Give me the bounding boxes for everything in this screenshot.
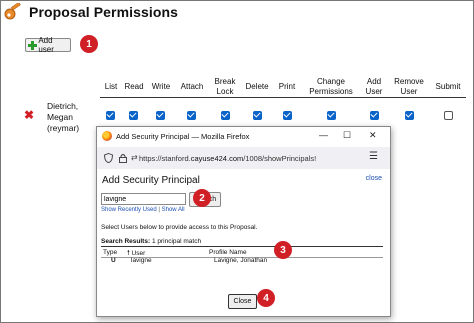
col-header-submit: Submit [435, 82, 461, 91]
url-prefix: https://stanford. [139, 153, 191, 163]
close-window-icon[interactable]: ✕ [369, 130, 377, 141]
show-recently-used-link[interactable]: Show Recently Used [101, 207, 157, 213]
lock-icon[interactable] [119, 153, 127, 163]
perm-checkbox-break-lock[interactable] [221, 111, 230, 120]
callout-badge-4: 4 [257, 289, 275, 307]
perm-checkbox-attach[interactable] [187, 111, 196, 120]
result-col-user: User [131, 250, 146, 257]
close-link[interactable]: close [366, 175, 382, 182]
perm-checkbox-print[interactable] [283, 111, 292, 120]
results-count: 1 principal match [151, 238, 202, 245]
maximize-icon[interactable]: ☐ [343, 130, 351, 141]
menu-icon[interactable]: ☰ [369, 151, 378, 162]
result-user[interactable]: lavigne [131, 257, 152, 264]
col-header-read: Read [124, 82, 144, 91]
results-label: Search Results: [101, 238, 151, 245]
show-all-link[interactable]: Show All [162, 207, 185, 213]
col-header-add-user: Add User [365, 77, 383, 96]
perm-checkbox-read[interactable] [129, 111, 138, 120]
permission-user-name: Dietrich, Megan (reymar) [47, 101, 80, 133]
col-header-list: List [104, 82, 118, 91]
result-col-profile-name[interactable]: Profile Name [209, 249, 247, 256]
result-profile-name[interactable]: Lavigne, Jonathan [214, 257, 267, 264]
col-header-delete: Delete [245, 82, 269, 91]
url-field[interactable]: https://stanford. cayuse424.com/1008/show… [139, 151, 353, 165]
search-input[interactable] [101, 193, 186, 205]
popup-titlebar: Add Security Principal — Mozilla Firefox… [97, 127, 390, 145]
perm-checkbox-delete[interactable] [253, 111, 262, 120]
popup-window-title: Add Security Principal — Mozilla Firefox [116, 132, 250, 141]
plus-icon [28, 40, 38, 50]
show-links: Show Recently Used | Show All [101, 207, 185, 213]
page-title: Proposal Permissions [29, 4, 179, 20]
col-header-remove-user: Remove User [394, 77, 424, 96]
delete-icon[interactable]: ✖ [24, 108, 34, 122]
result-col-type[interactable]: Type [103, 249, 117, 256]
perm-checkbox-list[interactable] [106, 111, 115, 120]
link-separator: | [158, 207, 160, 213]
sort-up-icon: 🠕 [127, 250, 130, 257]
perm-checkbox-remove-user[interactable] [405, 111, 414, 120]
instruction-text: Select Users below to provide access to … [101, 224, 258, 231]
perm-checkbox-submit[interactable] [444, 111, 453, 120]
col-header-break-lock: Break Lock [214, 77, 236, 96]
col-header-change-permissions: Change Permissions [309, 77, 353, 96]
col-header-print: Print [278, 82, 296, 91]
minimize-icon[interactable]: — [319, 130, 328, 140]
search-results-summary: Search Results: 1 principal match [101, 238, 201, 245]
callout-badge-1: 1 [80, 35, 98, 53]
add-user-label: Add user [38, 36, 54, 54]
results-header-divider [101, 246, 383, 247]
callout-badge-3: 3 [274, 241, 292, 259]
header-divider [100, 97, 466, 98]
col-header-attach: Attach [180, 82, 204, 91]
perm-checkbox-change-permissions[interactable] [327, 111, 336, 120]
callout-badge-2: 2 [193, 189, 211, 207]
permissions-icon[interactable]: ⇄ [131, 153, 138, 162]
shield-icon[interactable] [104, 153, 113, 163]
key-icon [4, 3, 21, 20]
result-type[interactable]: U [111, 257, 116, 264]
url-host: cayuse424.com [190, 153, 244, 163]
col-header-write: Write [151, 82, 171, 91]
popup-heading: Add Security Principal [102, 175, 200, 186]
url-bar: ⇄ https://stanford. cayuse424.com/1008/sh… [97, 147, 390, 169]
perm-checkbox-add-user[interactable] [370, 111, 379, 120]
url-path: /1008/showPrincipals! [243, 153, 317, 163]
perm-checkbox-write[interactable] [156, 111, 165, 120]
add-user-button[interactable]: Add user [25, 36, 71, 54]
close-button[interactable]: Close [228, 294, 257, 309]
add-principal-popup: Add Security Principal — Mozilla Firefox… [96, 126, 391, 317]
firefox-icon [102, 131, 112, 141]
